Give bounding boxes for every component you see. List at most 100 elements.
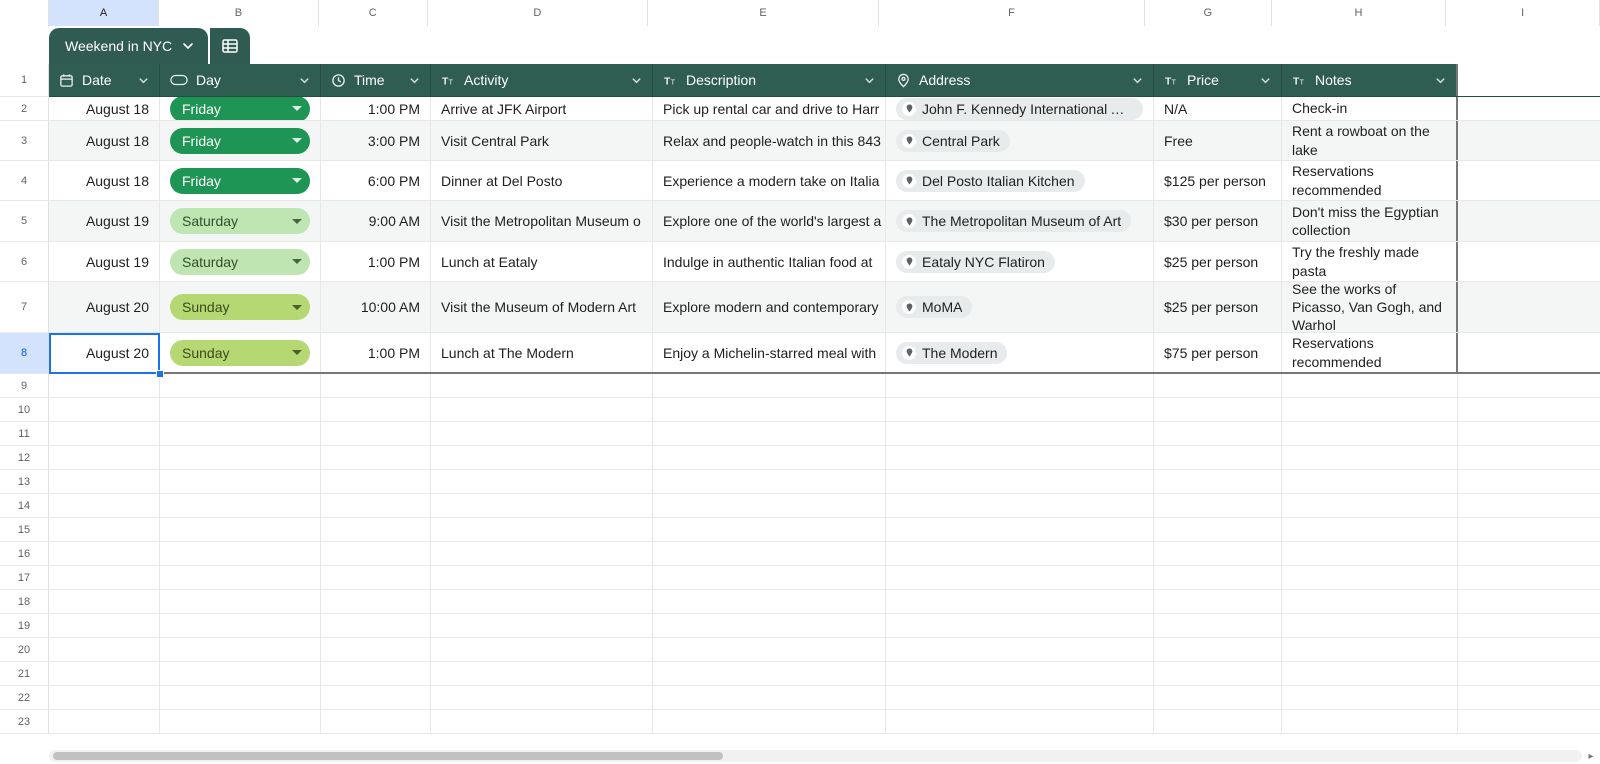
empty-cell[interactable] bbox=[431, 398, 653, 421]
cell-notes[interactable]: Reservations recommended bbox=[1282, 161, 1458, 200]
empty-cell[interactable] bbox=[431, 686, 653, 709]
cell-address[interactable]: Central Park bbox=[886, 121, 1154, 160]
row-header-10[interactable]: 10 bbox=[0, 398, 49, 422]
empty-cell[interactable] bbox=[653, 710, 886, 733]
empty-cell[interactable] bbox=[653, 422, 886, 445]
empty-cell[interactable] bbox=[1282, 662, 1458, 685]
empty-cell[interactable] bbox=[1458, 566, 1600, 589]
empty-cell[interactable] bbox=[431, 566, 653, 589]
empty-cell[interactable] bbox=[886, 566, 1154, 589]
chevron-down-icon[interactable] bbox=[138, 75, 149, 86]
empty-cell[interactable] bbox=[49, 446, 160, 469]
empty-cell[interactable] bbox=[321, 566, 431, 589]
row-header-9[interactable]: 9 bbox=[0, 374, 49, 398]
cell-address[interactable]: Eataly NYC Flatiron bbox=[886, 242, 1154, 281]
empty-cell[interactable] bbox=[1154, 422, 1282, 445]
empty-cell[interactable] bbox=[653, 518, 886, 541]
empty-cell[interactable] bbox=[1282, 566, 1458, 589]
cell-activity[interactable]: Lunch at The Modern bbox=[431, 333, 653, 372]
empty-cell[interactable] bbox=[49, 470, 160, 493]
empty-cell[interactable] bbox=[1154, 638, 1282, 661]
row-header-7[interactable]: 7 bbox=[0, 282, 49, 333]
address-chip[interactable]: Central Park bbox=[896, 130, 1010, 152]
empty-cell[interactable] bbox=[886, 662, 1154, 685]
empty-cell[interactable] bbox=[1458, 686, 1600, 709]
empty-cell[interactable] bbox=[1458, 446, 1600, 469]
empty-cell[interactable] bbox=[653, 446, 886, 469]
empty-cell[interactable] bbox=[321, 590, 431, 613]
header-price[interactable]: TT Price bbox=[1154, 64, 1282, 96]
scrollbar-thumb[interactable] bbox=[53, 752, 723, 760]
empty-cell[interactable] bbox=[160, 470, 321, 493]
cell-date[interactable]: August 19 bbox=[49, 242, 160, 281]
address-chip[interactable]: MoMA bbox=[896, 296, 972, 318]
empty-cell[interactable] bbox=[431, 446, 653, 469]
empty-cell[interactable] bbox=[1458, 422, 1600, 445]
empty-cell[interactable] bbox=[653, 398, 886, 421]
cell-day[interactable]: Friday bbox=[160, 97, 321, 120]
day-chip[interactable]: Sunday bbox=[170, 340, 310, 366]
empty-cell[interactable] bbox=[431, 590, 653, 613]
empty-cell[interactable] bbox=[49, 374, 160, 397]
cell-time[interactable]: 9:00 AM bbox=[321, 201, 431, 241]
empty-cell[interactable] bbox=[886, 374, 1154, 397]
row-header-12[interactable]: 12 bbox=[0, 446, 49, 470]
empty-cell[interactable] bbox=[160, 542, 321, 565]
empty-cell[interactable] bbox=[1154, 686, 1282, 709]
empty-cell[interactable] bbox=[1154, 470, 1282, 493]
empty-cell[interactable] bbox=[886, 422, 1154, 445]
address-chip[interactable]: The Metropolitan Museum of Art bbox=[896, 210, 1131, 232]
row-header-18[interactable]: 18 bbox=[0, 590, 49, 614]
cell-day[interactable]: Saturday bbox=[160, 242, 321, 281]
day-chip[interactable]: Sunday bbox=[170, 294, 310, 320]
empty-cell[interactable] bbox=[886, 638, 1154, 661]
col-header-H[interactable]: H bbox=[1272, 0, 1447, 26]
cell-activity[interactable]: Arrive at JFK Airport bbox=[431, 97, 653, 120]
empty-cell[interactable] bbox=[1282, 638, 1458, 661]
cell-time[interactable]: 1:00 PM bbox=[321, 242, 431, 281]
empty-cell[interactable] bbox=[1154, 446, 1282, 469]
cell-address[interactable]: The Modern bbox=[886, 333, 1154, 372]
empty-cell[interactable] bbox=[1282, 614, 1458, 637]
empty-cell[interactable] bbox=[321, 446, 431, 469]
cell-price[interactable]: N/A bbox=[1154, 97, 1282, 120]
empty-cell[interactable] bbox=[321, 710, 431, 733]
cell-price[interactable]: $25 per person bbox=[1154, 242, 1282, 281]
empty-cell[interactable] bbox=[1154, 590, 1282, 613]
day-chip[interactable]: Friday bbox=[170, 128, 310, 154]
empty-cell[interactable] bbox=[886, 686, 1154, 709]
header-time[interactable]: Time bbox=[321, 64, 431, 96]
empty-cell[interactable] bbox=[886, 590, 1154, 613]
empty-cell[interactable] bbox=[886, 494, 1154, 517]
empty-cell[interactable] bbox=[653, 614, 886, 637]
cell-day[interactable]: Sunday bbox=[160, 333, 321, 372]
empty-cell[interactable] bbox=[1458, 242, 1600, 281]
empty-cell[interactable] bbox=[653, 470, 886, 493]
cell-time[interactable]: 10:00 AM bbox=[321, 282, 431, 332]
empty-cell[interactable] bbox=[886, 398, 1154, 421]
cell-time[interactable]: 1:00 PM bbox=[321, 97, 431, 120]
empty-cell[interactable] bbox=[1282, 422, 1458, 445]
col-header-C[interactable]: C bbox=[319, 0, 428, 26]
empty-cell[interactable] bbox=[1458, 518, 1600, 541]
day-chip[interactable]: Friday bbox=[170, 97, 310, 120]
empty-cell[interactable] bbox=[1458, 282, 1600, 332]
cell-description[interactable]: Experience a modern take on Italia bbox=[653, 161, 886, 200]
empty-cell[interactable] bbox=[1458, 542, 1600, 565]
cell-description[interactable]: Explore one of the world's largest a bbox=[653, 201, 886, 241]
cell-address[interactable]: MoMA bbox=[886, 282, 1154, 332]
empty-cell[interactable] bbox=[886, 710, 1154, 733]
empty-cell[interactable] bbox=[1458, 398, 1600, 421]
empty-cell[interactable] bbox=[1458, 121, 1600, 160]
row-header-5[interactable]: 5 bbox=[0, 201, 49, 242]
cell-date[interactable]: August 18 bbox=[49, 161, 160, 200]
header-notes[interactable]: TT Notes bbox=[1282, 64, 1458, 96]
cell-notes[interactable]: See the works of Picasso, Van Gogh, and … bbox=[1282, 282, 1458, 332]
chevron-down-icon[interactable] bbox=[1132, 75, 1143, 86]
empty-cell[interactable] bbox=[160, 446, 321, 469]
empty-cell[interactable] bbox=[653, 590, 886, 613]
empty-cell[interactable] bbox=[1154, 614, 1282, 637]
empty-cell[interactable] bbox=[160, 374, 321, 397]
row-header-22[interactable]: 22 bbox=[0, 686, 49, 710]
cell-description[interactable]: Relax and people-watch in this 843 bbox=[653, 121, 886, 160]
